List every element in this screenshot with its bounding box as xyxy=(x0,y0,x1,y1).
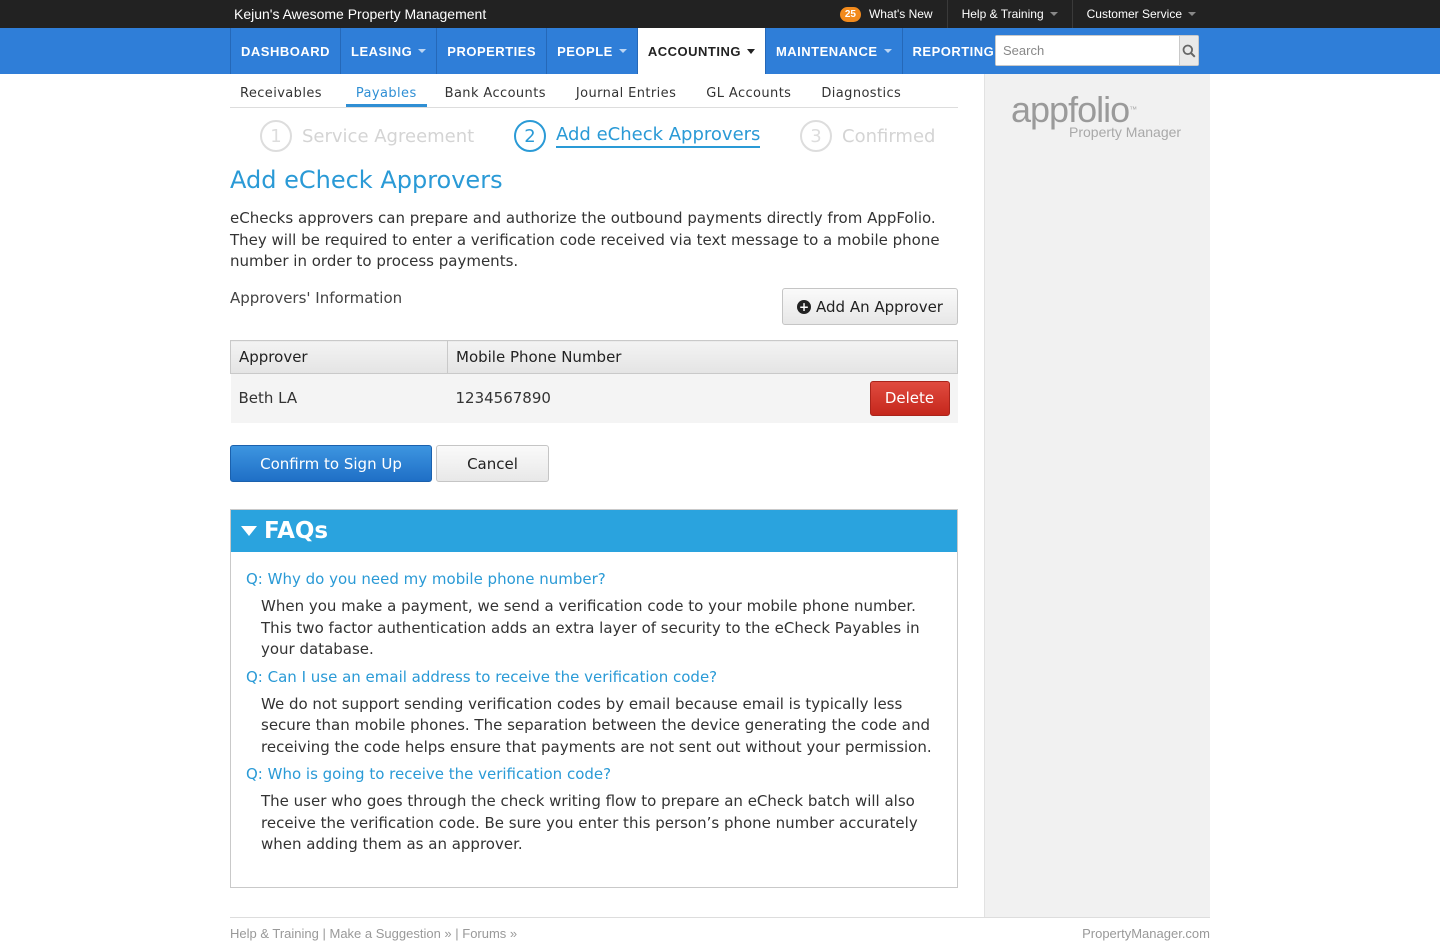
intro-text: eChecks approvers can prepare and author… xyxy=(230,209,940,270)
confirm-signup-button[interactable]: Confirm to Sign Up xyxy=(230,445,432,482)
footer-separator: | xyxy=(451,926,463,941)
nav-maintenance[interactable]: MAINTENANCE xyxy=(764,28,902,74)
faq-question: Q: Can I use an email address to receive… xyxy=(246,667,718,686)
chevron-down-icon xyxy=(883,49,892,53)
footer-separator: | xyxy=(318,926,330,941)
step-label: Add eCheck Approvers xyxy=(556,124,761,148)
tab-gl-accounts[interactable]: GL Accounts xyxy=(696,86,801,107)
search-button[interactable] xyxy=(1179,36,1198,65)
nav-label: REPORTING xyxy=(912,43,995,59)
customer-service-menu[interactable]: Customer Service xyxy=(1071,0,1210,28)
add-approver-button[interactable]: + Add An Approver xyxy=(782,288,958,325)
search-input[interactable] xyxy=(996,36,1179,65)
faq-answer: We do not support sending verification c… xyxy=(261,694,932,756)
search-icon xyxy=(1182,44,1196,58)
help-training-label: Help & Training xyxy=(961,7,1044,21)
step-label: Confirmed xyxy=(842,125,936,147)
footer-site-link[interactable]: PropertyManager.com xyxy=(1082,926,1210,941)
column-header-phone: Mobile Phone Number xyxy=(447,340,958,374)
whats-new-link[interactable]: 25 What's New xyxy=(826,0,947,28)
column-header-approver: Approver xyxy=(230,340,448,374)
chevron-down-icon xyxy=(618,49,627,53)
nav-label: LEASING xyxy=(351,43,413,59)
phone-number: 1234567890 xyxy=(455,389,551,408)
chevron-down-icon xyxy=(418,49,427,53)
step-number: 2 xyxy=(514,120,546,152)
footer-help-link[interactable]: Help & Training xyxy=(230,926,319,941)
top-bar: Kejun's Awesome Property Management 25 W… xyxy=(0,0,1440,28)
plus-circle-icon: + xyxy=(797,299,812,314)
help-training-menu[interactable]: Help & Training xyxy=(946,0,1072,28)
nav-accounting[interactable]: ACCOUNTING xyxy=(636,28,765,74)
nav-label: MAINTENANCE xyxy=(775,43,878,59)
nav-people[interactable]: PEOPLE xyxy=(546,28,637,74)
whats-new-count-badge: 25 xyxy=(839,6,861,22)
footer-links: Help & Training | Make a Suggestion » | … xyxy=(230,926,517,941)
faq-header[interactable]: FAQs xyxy=(231,510,957,552)
nav-label: DASHBOARD xyxy=(241,43,330,59)
nav-properties[interactable]: PROPERTIES xyxy=(436,28,546,74)
chevron-down-icon xyxy=(746,48,755,54)
top-links: 25 What's New Help & Training Customer S… xyxy=(826,0,1210,28)
right-sidebar: appfolio™ Property Manager xyxy=(984,74,1210,917)
main-nav: DASHBOARD LEASING PROPERTIES PEOPLE ACCO… xyxy=(0,28,1440,74)
nav-leasing[interactable]: LEASING xyxy=(340,28,436,74)
faq-question: Q: Why do you need my mobile phone numbe… xyxy=(246,570,606,588)
chevron-down-icon xyxy=(1188,12,1196,16)
delete-approver-button[interactable]: Delete xyxy=(869,380,950,416)
table-row: Beth LA 1234567890 Delete xyxy=(230,373,958,423)
whats-new-label: What's New xyxy=(868,7,933,21)
faq-answer: The user who goes through the check writ… xyxy=(261,792,918,853)
faq-answer: When you make a payment, we send a verif… xyxy=(261,597,920,658)
table-header-row: Approver Mobile Phone Number xyxy=(230,340,958,374)
nav-label: ACCOUNTING xyxy=(647,43,741,59)
signup-progress-steps: 1 Service Agreement 2 Add eCheck Approve… xyxy=(230,120,958,156)
phone-cell: 1234567890 Delete xyxy=(447,373,958,423)
faq-question: Q: Who is going to receive the verificat… xyxy=(246,765,612,783)
nav-label: PEOPLE xyxy=(557,43,613,59)
faq-title: FAQs xyxy=(264,518,329,544)
chevron-down-icon xyxy=(1049,12,1058,16)
tab-diagnostics[interactable]: Diagnostics xyxy=(811,86,911,107)
company-name[interactable]: Kejun's Awesome Property Management xyxy=(234,6,486,22)
faq-body: Q: Why do you need my mobile phone numbe… xyxy=(231,552,957,856)
nav-dashboard[interactable]: DASHBOARD xyxy=(230,28,340,74)
accounting-subtabs: Receivables Payables Bank Accounts Journ… xyxy=(230,86,958,108)
cancel-button[interactable]: Cancel xyxy=(436,445,549,482)
step-confirmed: 3 Confirmed xyxy=(800,120,935,152)
appfolio-logo: appfolio™ Property Manager xyxy=(1011,92,1182,141)
logo-subtitle: Property Manager xyxy=(1069,124,1182,140)
step-label: Service Agreement xyxy=(302,125,475,147)
faq-panel: FAQs Q: Why do you need my mobile phone … xyxy=(230,509,958,888)
footer-suggestion-link[interactable]: Make a Suggestion » xyxy=(330,926,452,941)
nav-label: PROPERTIES xyxy=(447,43,537,59)
approver-name-cell: Beth LA xyxy=(230,373,448,423)
triangle-down-icon xyxy=(241,526,257,536)
approvers-info-label: Approvers' Information xyxy=(230,289,403,307)
footer-forums-link[interactable]: Forums » xyxy=(462,926,517,941)
customer-service-label: Customer Service xyxy=(1086,7,1182,21)
tab-payables[interactable]: Payables xyxy=(345,86,427,107)
approvers-table: Approver Mobile Phone Number Beth LA 123… xyxy=(230,340,958,423)
step-number: 1 xyxy=(260,120,292,152)
tab-bank-accounts[interactable]: Bank Accounts xyxy=(435,86,556,107)
add-approver-label: Add An Approver xyxy=(816,297,943,316)
page-title: Add eCheck Approvers xyxy=(230,166,503,194)
search-box xyxy=(995,35,1199,66)
step-add-approvers: 2 Add eCheck Approvers xyxy=(514,120,761,152)
step-number: 3 xyxy=(800,120,832,152)
step-service-agreement: 1 Service Agreement xyxy=(260,120,474,152)
logo-trademark: ™ xyxy=(1129,105,1137,114)
footer: Help & Training | Make a Suggestion » | … xyxy=(230,917,1210,949)
tab-receivables[interactable]: Receivables xyxy=(230,86,332,107)
tab-journal-entries[interactable]: Journal Entries xyxy=(566,86,686,107)
